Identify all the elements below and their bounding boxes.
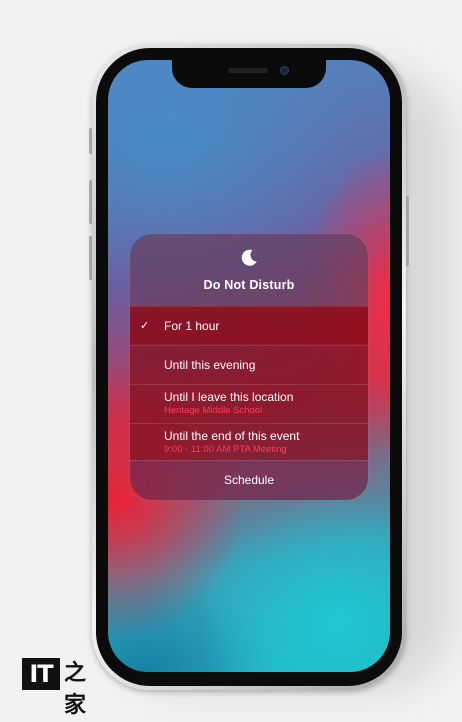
panel-header: Do Not Disturb	[130, 234, 368, 306]
option-sublabel: 9:00 - 11:00 AM PTA Meeting	[164, 444, 287, 455]
notch	[172, 60, 326, 88]
option-until-this-evening[interactable]: Until this evening	[130, 345, 368, 383]
panel-title: Do Not Disturb	[203, 278, 295, 292]
schedule-button[interactable]: Schedule	[130, 460, 368, 500]
dnd-options-list: ✓ For 1 hour Until this evening Until I …	[130, 306, 368, 460]
watermark-logo-suffix: 之家	[64, 661, 87, 718]
do-not-disturb-panel: Do Not Disturb ✓ For 1 hour Until this e…	[130, 234, 368, 500]
option-label: Until I leave this location	[164, 390, 294, 404]
option-until-leave-location[interactable]: Until I leave this location Heritage Mid…	[130, 384, 368, 422]
option-label: Until this evening	[164, 358, 256, 372]
checkmark-icon: ✓	[140, 320, 150, 332]
front-camera	[280, 66, 289, 75]
option-for-1-hour[interactable]: ✓ For 1 hour	[130, 306, 368, 344]
speaker-grille	[228, 68, 268, 73]
option-label: For 1 hour	[164, 319, 220, 333]
moon-icon	[239, 248, 259, 268]
phone-screen: Do Not Disturb ✓ For 1 hour Until this e…	[108, 60, 390, 672]
option-label: Until the end of this event	[164, 429, 300, 443]
schedule-label: Schedule	[223, 473, 275, 487]
option-until-end-of-event[interactable]: Until the end of this event 9:00 - 11:00…	[130, 423, 368, 461]
watermark-logo: IT	[22, 658, 60, 690]
option-sublabel: Heritage Middle School	[164, 405, 263, 416]
